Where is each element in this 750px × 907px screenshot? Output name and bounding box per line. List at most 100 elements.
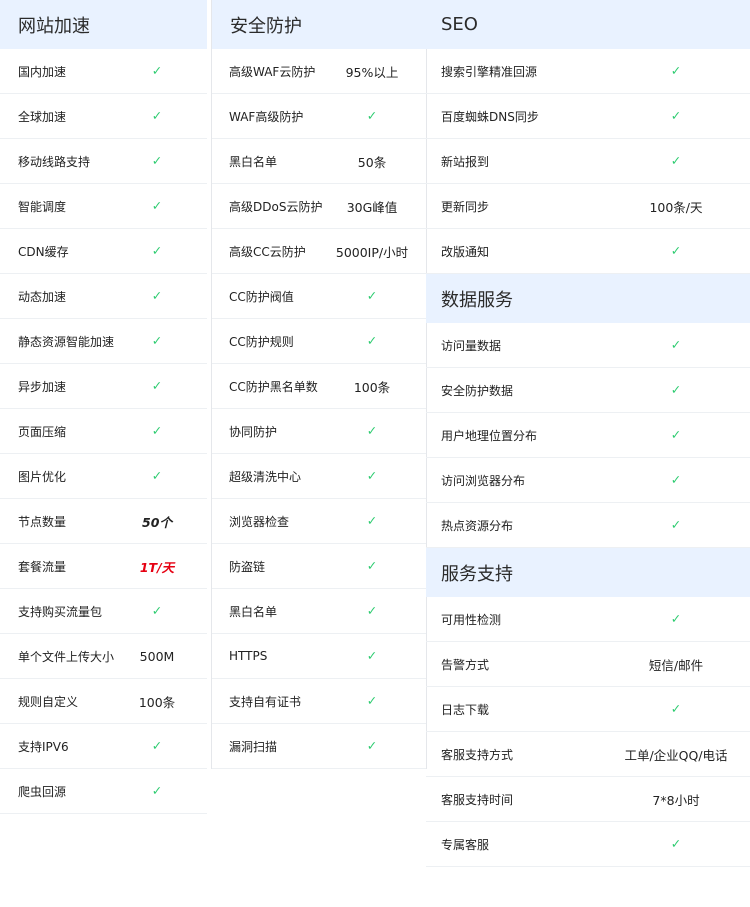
feature-name: 访问浏览器分布 (441, 473, 526, 488)
check-icon: ✓ (151, 377, 163, 393)
table-row: 超级清洗中心 ✓ (212, 454, 426, 499)
feature-name: 日志下载 (441, 702, 490, 717)
table-row: 全球加速 ✓ (0, 94, 207, 139)
table-row: 黑白名单 ✓ (212, 589, 426, 634)
table-row: 高级CC云防护 5000IP/小时 (212, 229, 426, 274)
table-row: 动态加速 ✓ (0, 274, 207, 319)
table-row: 告警方式 短信/邮件 (426, 642, 750, 687)
feature-name: 移动线路支持 (18, 154, 91, 169)
feature-name: WAF高级防护 (229, 109, 304, 124)
table-row: 客服支持时间 7*8小时 (426, 777, 750, 822)
feature-name: CC防护黑名单数 (229, 379, 318, 394)
check-icon: ✓ (670, 336, 682, 352)
check-icon: ✓ (670, 152, 682, 168)
feature-value: 5000IP/小时 (335, 244, 409, 260)
table-row: 热点资源分布 ✓ (426, 503, 750, 548)
check-icon: ✓ (670, 610, 682, 626)
feature-name: 协同防护 (229, 424, 278, 439)
feature-name: 新站报到 (441, 154, 490, 169)
table-row: 专属客服 ✓ (426, 822, 750, 867)
table-row: CDN缓存 ✓ (0, 229, 207, 274)
table-row: 协同防护 ✓ (212, 409, 426, 454)
feature-name: 浏览器检查 (229, 514, 290, 529)
feature-list: 高级WAF云防护 95%以上 WAF高级防护 ✓ 黑白名单 50条 高级DDoS云防护 30G… (212, 49, 426, 769)
table-row: 支持购买流量包 ✓ (0, 589, 207, 634)
table-row: 静态资源智能加速 ✓ (0, 319, 207, 364)
check-icon: ✓ (151, 737, 163, 753)
feature-name: 访问量数据 (441, 338, 502, 353)
feature-name: 漏洞扫描 (229, 739, 278, 754)
table-row: 访问量数据 ✓ (426, 323, 750, 368)
table-row: CC防护黑名单数 100条 (212, 364, 426, 409)
table-row: 支持自有证书 ✓ (212, 679, 426, 724)
feature-value: 7*8小时 (652, 792, 700, 808)
feature-name: CC防护规则 (229, 334, 294, 349)
feature-value: 500M (139, 648, 175, 664)
feature-value: 30G峰值 (346, 199, 398, 215)
feature-name: 安全防护数据 (441, 383, 514, 398)
section-header: 服务支持 (426, 548, 750, 597)
table-row: 爬虫回源 ✓ (0, 769, 207, 814)
feature-name: 黑白名单 (229, 604, 278, 619)
feature-name: 黑白名单 (229, 154, 278, 169)
table-row: 智能调度 ✓ (0, 184, 207, 229)
check-icon: ✓ (366, 647, 378, 663)
table-row: 漏洞扫描 ✓ (212, 724, 426, 769)
feature-value: 工单/企业QQ/电话 (624, 747, 728, 763)
feature-name: 规则自定义 (18, 694, 79, 709)
table-row: 可用性检测 ✓ (426, 597, 750, 642)
check-icon: ✓ (670, 835, 682, 851)
feature-value: 1T/天 (139, 559, 175, 575)
table-row: 访问浏览器分布 ✓ (426, 458, 750, 503)
feature-name: 单个文件上传大小 (18, 649, 115, 664)
feature-name: 智能调度 (18, 199, 67, 214)
table-row: HTTPS ✓ (212, 634, 426, 679)
column-site-acceleration: 网站加速 国内加速 ✓ 全球加速 ✓ 移动线路支持 ✓ 智能调度 ✓ CDN缓存 ✓ 动态加速 ✓ 静态… (0, 0, 207, 814)
feature-name: 更新同步 (441, 199, 490, 214)
check-icon: ✓ (151, 422, 163, 438)
check-icon: ✓ (670, 381, 682, 397)
table-row: CC防护阀值 ✓ (212, 274, 426, 319)
check-icon: ✓ (670, 700, 682, 716)
table-row: 异步加速 ✓ (0, 364, 207, 409)
check-icon: ✓ (151, 467, 163, 483)
check-icon: ✓ (670, 242, 682, 258)
check-icon: ✓ (151, 332, 163, 348)
check-icon: ✓ (366, 737, 378, 753)
check-icon: ✓ (366, 422, 378, 438)
feature-name: 高级DDoS云防护 (229, 199, 323, 214)
feature-name: 支持IPV6 (18, 739, 69, 754)
feature-name: 国内加速 (18, 64, 67, 79)
check-icon: ✓ (670, 62, 682, 78)
table-row: 国内加速 ✓ (0, 49, 207, 94)
check-icon: ✓ (151, 62, 163, 78)
check-icon: ✓ (151, 242, 163, 258)
check-icon: ✓ (366, 692, 378, 708)
check-icon: ✓ (366, 512, 378, 528)
check-icon: ✓ (670, 426, 682, 442)
feature-name: 高级CC云防护 (229, 244, 306, 259)
check-icon: ✓ (670, 471, 682, 487)
feature-name: 支持购买流量包 (18, 604, 103, 619)
section-header: SEO (426, 0, 750, 49)
feature-name: CDN缓存 (18, 244, 69, 259)
table-row: 改版通知 ✓ (426, 229, 750, 274)
feature-name: 超级清洗中心 (229, 469, 302, 484)
feature-list: 搜索引擎精准回源 ✓ 百度蜘蛛DNS同步 ✓ 新站报到 ✓ 更新同步 100条/天 改版通知 ✓ (426, 49, 750, 274)
table-row: CC防护规则 ✓ (212, 319, 426, 364)
check-icon: ✓ (670, 107, 682, 123)
check-icon: ✓ (151, 197, 163, 213)
table-row: 高级DDoS云防护 30G峰值 (212, 184, 426, 229)
table-row: 搜索引擎精准回源 ✓ (426, 49, 750, 94)
feature-name: 动态加速 (18, 289, 67, 304)
table-row: 新站报到 ✓ (426, 139, 750, 184)
column-security: 安全防护 高级WAF云防护 95%以上 WAF高级防护 ✓ 黑白名单 50条 高级DDoS云… (211, 0, 427, 769)
check-icon: ✓ (366, 287, 378, 303)
check-icon: ✓ (366, 467, 378, 483)
table-row: 移动线路支持 ✓ (0, 139, 207, 184)
section-header: 数据服务 (426, 274, 750, 323)
check-icon: ✓ (670, 516, 682, 532)
feature-name: 可用性检测 (441, 612, 502, 627)
feature-name: 静态资源智能加速 (18, 334, 115, 349)
section-header: 网站加速 (0, 0, 207, 49)
